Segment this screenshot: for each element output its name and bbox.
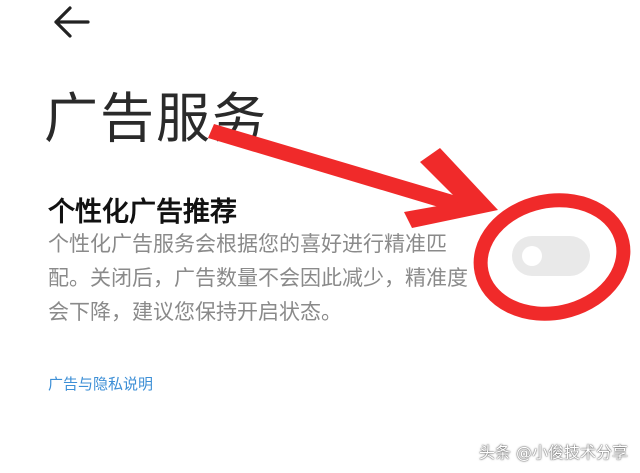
back-button[interactable] <box>50 2 92 42</box>
page-title: 广告服务 <box>44 87 268 150</box>
setting-title: 个性化广告推荐 <box>48 197 237 228</box>
arrow-left-icon <box>54 6 90 38</box>
personalized-ads-toggle[interactable] <box>512 236 590 276</box>
toggle-knob <box>522 246 542 266</box>
privacy-link[interactable]: 广告与隐私说明 <box>48 373 153 394</box>
watermark: 头条 @小俊技术分享 <box>478 443 628 462</box>
setting-description: 个性化广告服务会根据您的喜好进行精准匹配。关闭后，广告数量不会因此减少，精准度会… <box>48 232 468 324</box>
